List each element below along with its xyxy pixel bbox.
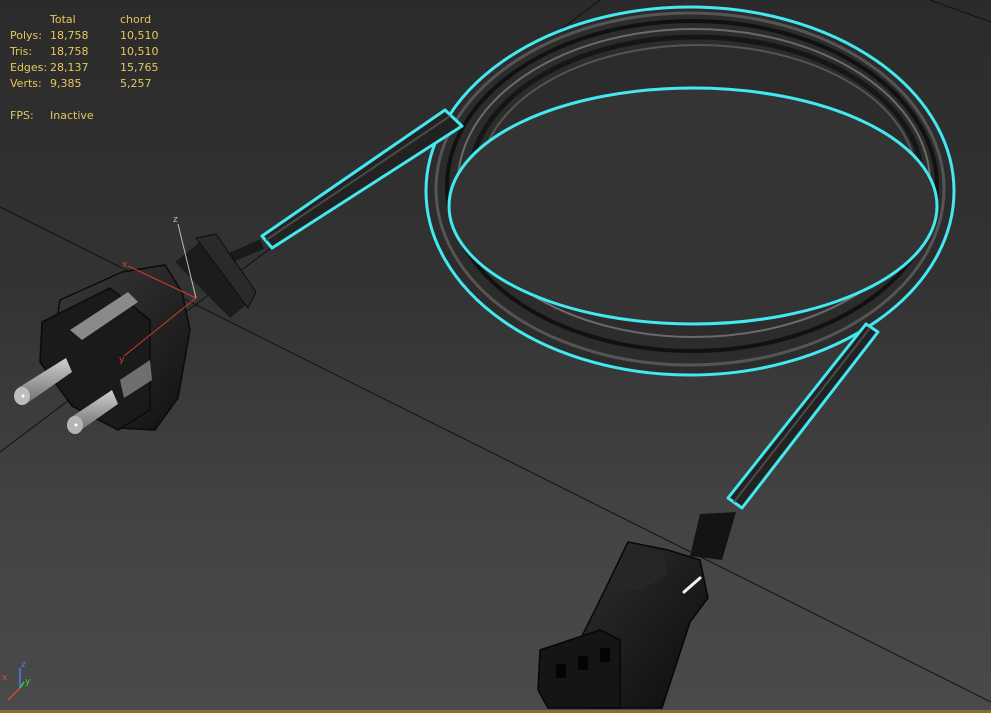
viewport-statistics: Total chord Polys: 18,758 10,510 Tris: 1… xyxy=(10,12,180,124)
fps-value: Inactive xyxy=(50,109,94,122)
stats-row-verts: Verts: 9,385 5,257 xyxy=(10,76,180,92)
gizmo-x-label: x xyxy=(122,260,128,270)
coil-inner-hole xyxy=(447,86,939,326)
stats-total-value: 9,385 xyxy=(50,77,82,90)
triad-x-label: x xyxy=(2,673,8,683)
stats-label: Polys: xyxy=(10,29,42,42)
triad-y-label: y xyxy=(25,677,31,687)
stats-header-object: chord xyxy=(120,13,152,26)
stats-label: Edges: xyxy=(10,61,48,74)
stats-label: Verts: xyxy=(10,77,42,90)
stats-total-value: 28,137 xyxy=(50,61,89,74)
stats-object-value: 15,765 xyxy=(120,61,159,74)
stats-object-value: 10,510 xyxy=(120,29,159,42)
connector-strain-relief xyxy=(690,512,736,560)
stats-object-value: 10,510 xyxy=(120,45,159,58)
3d-viewport[interactable]: x y z z x y Total chord Polys: 18,758 10… xyxy=(0,0,991,713)
stats-header-total: Total xyxy=(50,13,76,26)
stats-label: Tris: xyxy=(10,45,33,58)
stats-row-edges: Edges: 28,137 15,765 xyxy=(10,60,180,76)
fps-label: FPS: xyxy=(10,109,34,122)
stats-header-row: Total chord xyxy=(10,12,180,28)
stats-total-value: 18,758 xyxy=(50,45,89,58)
stats-row-polys: Polys: 18,758 10,510 xyxy=(10,28,180,44)
schuko-plug[interactable] xyxy=(14,233,257,434)
triad-z-label: z xyxy=(21,660,26,670)
cable-coil[interactable] xyxy=(424,5,956,377)
gizmo-y-label: y xyxy=(119,355,125,365)
stats-object-value: 5,257 xyxy=(120,77,152,90)
stats-row-tris: Tris: 18,758 10,510 xyxy=(10,44,180,60)
stats-row-fps: FPS: Inactive xyxy=(10,108,180,124)
iec-connector[interactable] xyxy=(537,512,736,709)
stats-total-value: 18,758 xyxy=(50,29,89,42)
gizmo-z-label: z xyxy=(173,215,178,225)
view-axis-triad: z x y xyxy=(2,660,31,701)
